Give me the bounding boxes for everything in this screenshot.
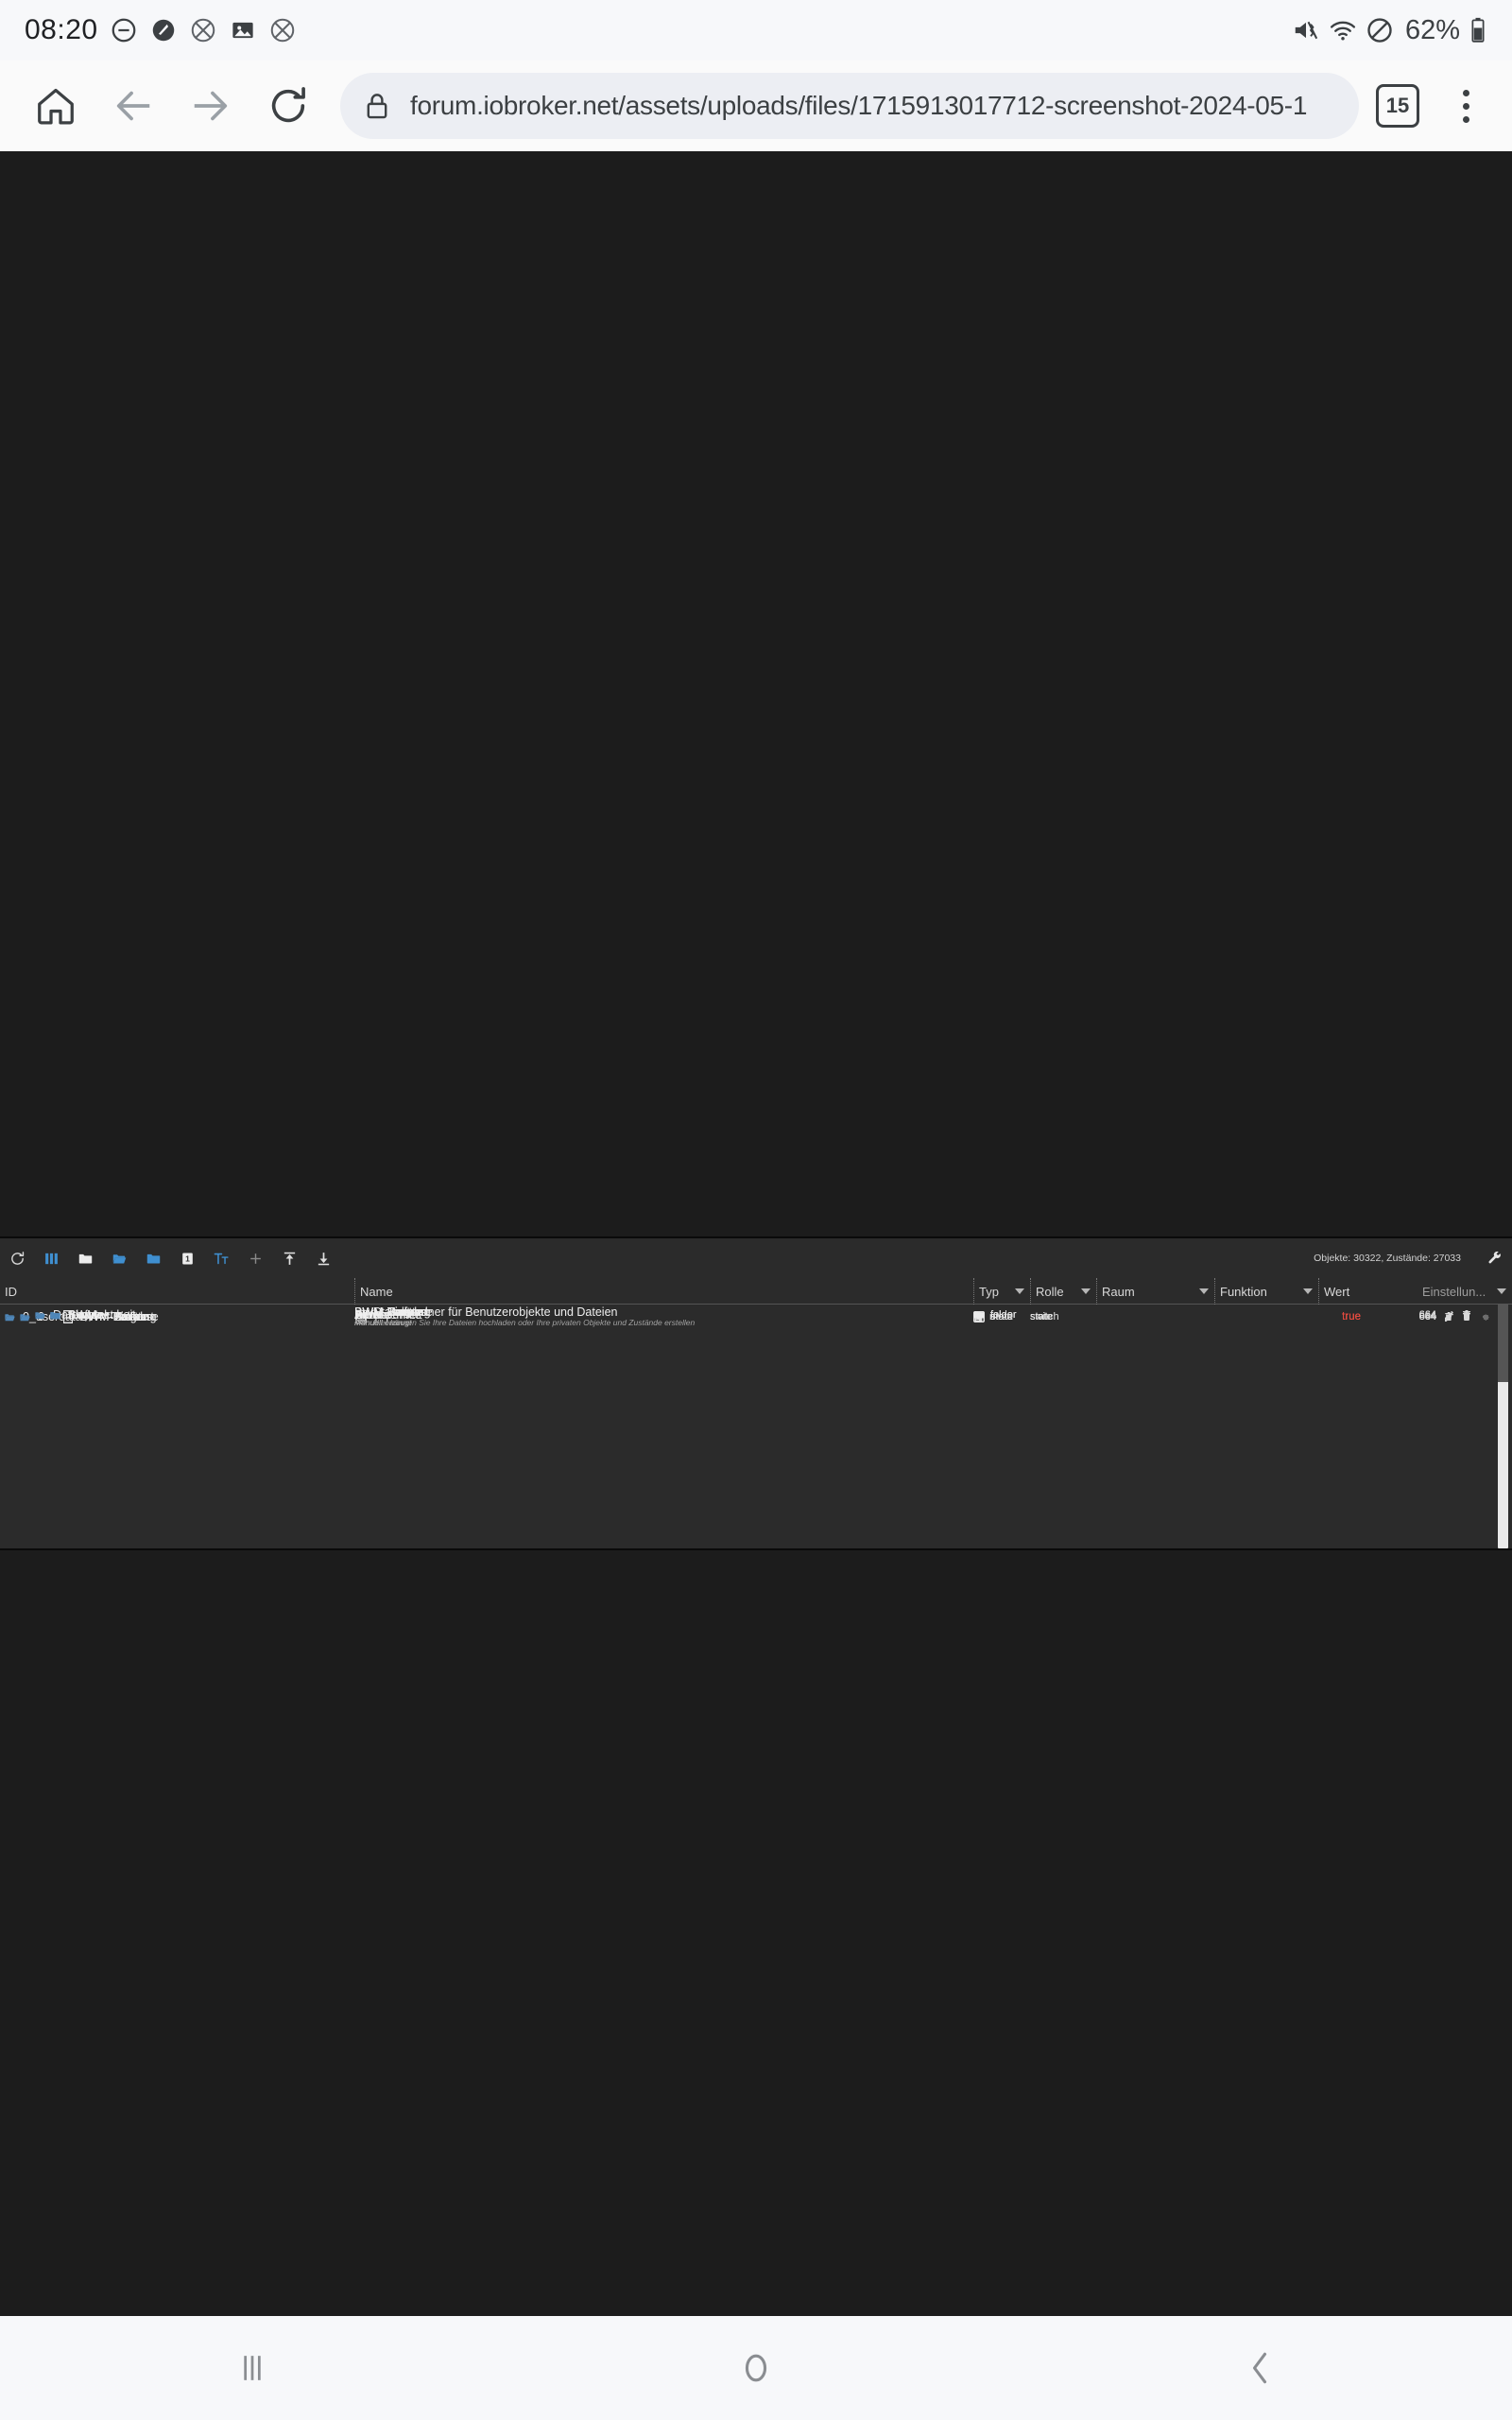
status-bar-right-group: 62% [1292, 15, 1487, 46]
address-bar[interactable]: forum.iobroker.net/assets/uploads/files/… [340, 73, 1359, 139]
folder-open-icon[interactable] [110, 1249, 129, 1268]
column-header-raum-label: Raum [1102, 1284, 1135, 1299]
text-size-icon[interactable] [212, 1249, 231, 1268]
mute-vibrate-icon [1292, 16, 1320, 44]
silent-mode-icon [149, 16, 178, 44]
back-chevron-icon [1253, 2352, 1267, 2384]
recents-icon [243, 2356, 261, 2380]
battery-percent-label: 62% [1404, 14, 1460, 45]
back-button-nav[interactable] [1008, 2347, 1512, 2389]
home-button-nav[interactable] [504, 2347, 1007, 2389]
add-object-icon[interactable] [246, 1249, 265, 1268]
svg-text:1: 1 [185, 1253, 190, 1263]
reload-button[interactable] [253, 71, 323, 141]
chevron-down-icon[interactable] [1497, 1288, 1506, 1294]
kebab-dot [1462, 115, 1469, 123]
column-header-wert[interactable]: Wert [1318, 1278, 1418, 1305]
expand-level-one-icon[interactable]: 1 [178, 1249, 197, 1268]
column-header-wert-label: Wert [1324, 1284, 1350, 1299]
row-name-wrap: Skripte [354, 1308, 391, 1322]
android-status-bar: 08:20 62% [0, 0, 1512, 60]
row-id-label: Skripte [68, 1308, 105, 1322]
forward-button[interactable] [176, 71, 246, 141]
column-header-typ[interactable]: Typ [973, 1278, 1030, 1305]
column-header-rolle[interactable]: Rolle [1030, 1278, 1096, 1305]
column-header-funktion[interactable]: Funktion [1214, 1278, 1318, 1305]
page-content-area: 1 Objekte: 30322, Zustände: 27033 ID Nam… [0, 151, 1512, 2316]
home-circle-icon [745, 2354, 767, 2382]
back-button[interactable] [98, 71, 168, 141]
column-header-einstellungen[interactable]: Einstellun... [1418, 1278, 1512, 1305]
dnd-minus-icon [110, 16, 138, 44]
chevron-down-icon[interactable] [1015, 1288, 1024, 1294]
chevron-down-icon[interactable] [1199, 1288, 1209, 1294]
kebab-dot [1462, 102, 1469, 110]
column-header-name[interactable]: Name [354, 1278, 973, 1305]
edit-icon[interactable] [1443, 1309, 1454, 1321]
kebab-dot [1462, 89, 1469, 96]
scrollbar-thumb[interactable] [1498, 1305, 1508, 1382]
objects-toolbar: 1 Objekte: 30322, Zustände: 27033 [0, 1238, 1512, 1278]
chevron-down-icon[interactable] [1303, 1288, 1313, 1294]
iobroker-objects-panel: 1 Objekte: 30322, Zustände: 27033 ID Nam… [0, 1236, 1512, 1550]
column-header-id[interactable]: ID [0, 1278, 354, 1305]
row-id-cell[interactable]: Skripte [0, 1305, 105, 1325]
column-header-rolle-label: Rolle [1036, 1284, 1064, 1299]
folder-closed-icon[interactable] [49, 1309, 61, 1322]
home-button[interactable] [21, 71, 91, 141]
browser-toolbar: forum.iobroker.net/assets/uploads/files/… [0, 60, 1512, 151]
column-header-typ-label: Typ [979, 1284, 999, 1299]
wifi-icon [1329, 16, 1357, 44]
objects-stats-label: Objekte: 30322, Zustände: 27033 [1314, 1253, 1461, 1264]
columns-icon[interactable] [42, 1249, 60, 1268]
column-header-name-label: Name [360, 1284, 393, 1299]
row-name-cell[interactable]: Skripte [354, 1305, 391, 1325]
address-bar-url[interactable]: forum.iobroker.net/assets/uploads/files/… [410, 91, 1307, 121]
folder-icon [973, 1309, 985, 1321]
tab-switcher-button[interactable]: 15 [1376, 84, 1419, 128]
android-navigation-bar [0, 2316, 1512, 2420]
row-typ-label: folder [990, 1309, 1017, 1321]
row-settings-cell[interactable]: 664 [1418, 1305, 1472, 1325]
export-icon[interactable] [314, 1249, 333, 1268]
row-permission-label: 664 [1418, 1309, 1436, 1321]
screenshot-image-icon [229, 16, 257, 44]
refresh-icon[interactable] [8, 1249, 26, 1268]
row-name-label: Skripte [354, 1307, 391, 1322]
column-header-funktion-label: Funktion [1220, 1284, 1267, 1299]
wrench-icon[interactable] [1486, 1249, 1504, 1268]
lock-icon [361, 90, 393, 122]
blocked-circle-icon [268, 16, 297, 44]
folder-closed-icon[interactable] [76, 1249, 94, 1268]
folder-filled-icon[interactable] [144, 1249, 163, 1268]
column-header-raum[interactable]: Raum [1096, 1278, 1214, 1305]
table-row[interactable]: Skripte Skripte folder 664 [0, 1305, 1512, 1325]
objects-table-header: ID Name Typ Rolle Raum Funktion Wert Ein… [0, 1278, 1512, 1305]
objects-table-body[interactable]: 0_userdata — [0, 1305, 1512, 1548]
do-not-disturb-icon [1366, 16, 1394, 44]
import-icon[interactable] [280, 1249, 299, 1268]
row-typ-cell: folder [973, 1305, 1017, 1325]
recents-button[interactable] [0, 2347, 504, 2389]
column-header-id-label: ID [5, 1284, 17, 1299]
no-sound-icon [189, 16, 217, 44]
browser-menu-button[interactable] [1440, 71, 1491, 141]
chevron-down-icon[interactable] [1081, 1288, 1091, 1294]
status-bar-left-group: 08:20 [25, 14, 297, 46]
status-clock: 08:20 [25, 14, 98, 45]
table-vertical-scrollbar[interactable] [1498, 1305, 1508, 1548]
column-header-einstellungen-label: Einstellun... [1422, 1284, 1486, 1299]
delete-icon[interactable] [1461, 1309, 1472, 1321]
battery-icon [1469, 16, 1487, 44]
